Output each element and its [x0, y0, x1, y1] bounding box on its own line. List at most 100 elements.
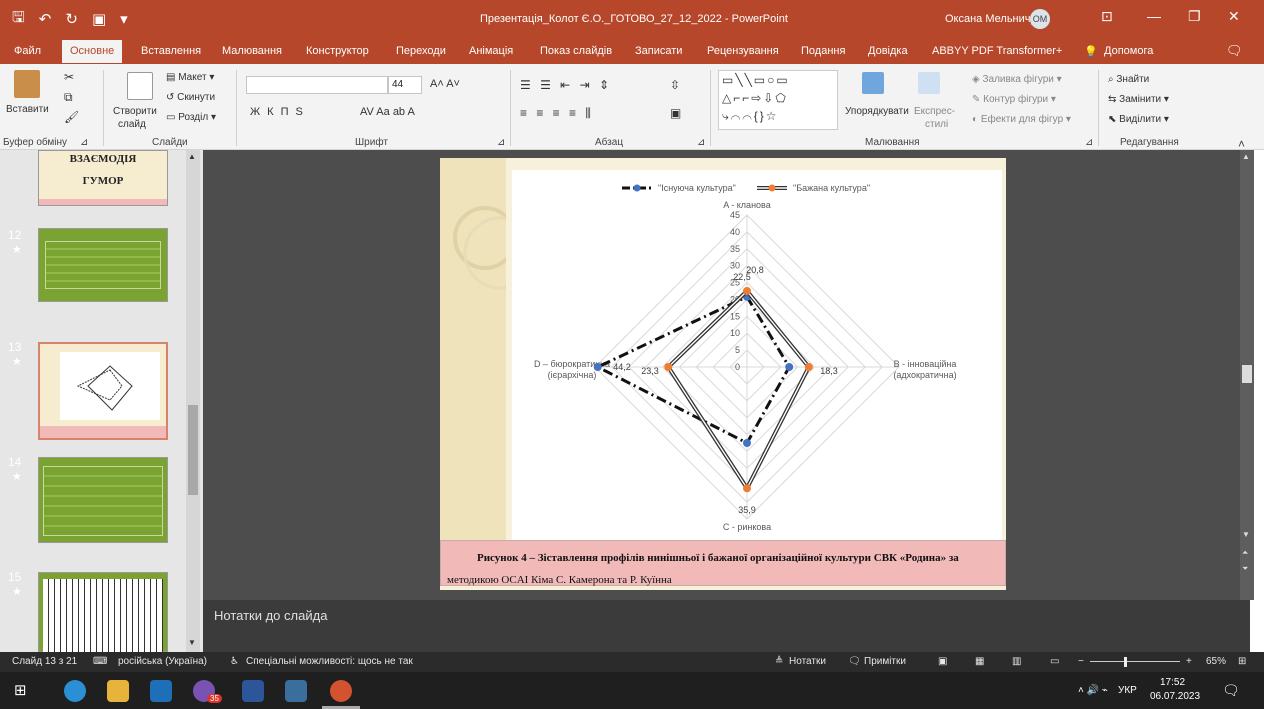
- quick-styles-button-line2[interactable]: стилі: [925, 119, 948, 130]
- font-name-input[interactable]: [246, 76, 388, 94]
- slide-thumbnail-11[interactable]: ВЗАЄМОДІЯ ГУМОР: [38, 150, 168, 206]
- minimize-icon[interactable]: —: [1147, 8, 1161, 24]
- tab-insert[interactable]: Вставлення: [141, 45, 201, 57]
- section-button[interactable]: ▭ Розділ ▾: [166, 112, 216, 123]
- slide-scrollbar[interactable]: ▲ ▼ ⏶ ⏷: [1240, 150, 1254, 600]
- redo-icon[interactable]: ↻: [65, 10, 78, 28]
- zoom-out-icon[interactable]: −: [1078, 656, 1084, 667]
- replace-button[interactable]: ⇆ Замінити ▾: [1108, 94, 1169, 105]
- format-painter-icon[interactable]: 🖌: [64, 110, 79, 124]
- radar-chart[interactable]: 0 5 10 15 20 25 30 35 40 45 A - кланова B - інновац…: [512, 170, 1002, 540]
- tab-draw[interactable]: Малювання: [222, 45, 282, 57]
- find-button[interactable]: ⌕ Знайти: [1108, 74, 1149, 85]
- char-spacing-icon[interactable]: AV Aa ab A: [360, 106, 415, 118]
- zoom-slider[interactable]: [1090, 661, 1180, 662]
- avatar[interactable]: ОМ: [1030, 9, 1050, 29]
- language-indicator[interactable]: російська (Україна): [118, 656, 207, 667]
- paste-icon[interactable]: [14, 70, 40, 98]
- text-direction-icon[interactable]: ⇳: [670, 78, 680, 92]
- tab-transitions[interactable]: Переходи: [396, 45, 446, 57]
- thumbnail-scrollbar[interactable]: ▲ ▼: [186, 150, 200, 652]
- font-launcher-icon[interactable]: ⊿: [497, 137, 505, 148]
- notes-toggle-button[interactable]: Нотатки: [789, 656, 826, 667]
- mail-icon[interactable]: [150, 680, 172, 702]
- shape-outline-button[interactable]: ✎ Контур фігури ▾: [972, 94, 1056, 105]
- align-icons[interactable]: ≡ ≡ ≡ ≡ ⫼: [520, 106, 594, 121]
- font-size-input[interactable]: 44: [388, 76, 422, 94]
- tab-view[interactable]: Подання: [801, 45, 845, 57]
- notes-pane[interactable]: Нотатки до слайда: [203, 600, 1250, 652]
- tab-file[interactable]: Файл: [14, 45, 41, 57]
- tab-tell-me[interactable]: Допомога: [1104, 45, 1153, 57]
- previous-slide-icon[interactable]: ⏶: [1242, 548, 1248, 558]
- reset-button[interactable]: ↺ Скинути: [166, 92, 215, 103]
- scroll-down-icon[interactable]: ▼: [188, 638, 196, 647]
- clock-time[interactable]: 17:52: [1160, 677, 1185, 688]
- accessibility-status[interactable]: Спеціальні можливості: щось не так: [246, 656, 413, 667]
- align-text-icon[interactable]: ▣: [670, 106, 681, 120]
- slide-thumbnail-12[interactable]: [38, 228, 168, 302]
- tab-animations[interactable]: Анімація: [469, 45, 513, 57]
- user-name[interactable]: Оксана Мельничук: [945, 13, 1041, 25]
- paragraph-launcher-icon[interactable]: ⊿: [697, 137, 705, 148]
- input-language[interactable]: УКР: [1118, 685, 1137, 696]
- font-format-icons[interactable]: ЖКПS: [250, 106, 310, 118]
- next-slide-icon[interactable]: ⏷: [1242, 564, 1248, 574]
- scroll-up-icon[interactable]: ▲: [1242, 152, 1250, 161]
- select-button[interactable]: ⬉ Виділити ▾: [1108, 114, 1169, 125]
- ribbon-display-icon[interactable]: ⊡: [1101, 8, 1113, 25]
- new-slide-icon[interactable]: [127, 72, 153, 100]
- quick-styles-icon[interactable]: [918, 72, 940, 94]
- comments-toggle-button[interactable]: Примітки: [864, 656, 906, 667]
- notification-center-icon[interactable]: 🗨: [1222, 682, 1240, 699]
- slide-thumbnail-15[interactable]: [38, 572, 168, 653]
- zoom-in-icon[interactable]: +: [1186, 656, 1192, 667]
- spellcheck-icon[interactable]: ⌨: [93, 656, 107, 667]
- shape-fill-button[interactable]: ◈ Заливка фігури ▾: [972, 74, 1062, 85]
- close-icon[interactable]: ✕: [1228, 8, 1240, 25]
- arrange-icon[interactable]: [862, 72, 884, 94]
- arrange-button[interactable]: Упорядкувати: [845, 106, 909, 117]
- scrollbar-thumb[interactable]: [188, 405, 198, 495]
- slide-sorter-icon[interactable]: ▦: [975, 656, 984, 667]
- quick-styles-button[interactable]: Експрес-: [914, 106, 955, 117]
- maximize-icon[interactable]: ❐: [1188, 8, 1201, 25]
- paste-button[interactable]: Вставити: [6, 104, 49, 115]
- file-explorer-icon[interactable]: [107, 680, 129, 702]
- slide-thumbnail-13-selected[interactable]: [38, 342, 168, 440]
- fit-to-window-icon[interactable]: ⊞: [1238, 656, 1246, 667]
- clipboard-launcher-icon[interactable]: ⊿: [80, 137, 88, 148]
- tab-abbyy[interactable]: ABBYY PDF Transformer+: [932, 45, 1062, 57]
- drawing-launcher-icon[interactable]: ⊿: [1085, 137, 1093, 148]
- scroll-down-icon[interactable]: ▼: [1242, 530, 1250, 539]
- tab-design[interactable]: Конструктор: [306, 45, 369, 57]
- start-from-beginning-icon[interactable]: ▣: [92, 10, 106, 28]
- powerpoint-icon[interactable]: [330, 680, 352, 702]
- shapes-gallery[interactable]: ▭╲╲▭○▭ △⌐⌐⇨⇩⬠ ⤷⌒⌒{}☆: [718, 70, 838, 130]
- tab-record[interactable]: Записати: [635, 45, 682, 57]
- slide-thumbnail-14[interactable]: [38, 457, 168, 543]
- slide-canvas[interactable]: 0 5 10 15 20 25 30 35 40 45 A - кланова B - інновац…: [440, 158, 1006, 590]
- calculator-icon[interactable]: [285, 680, 307, 702]
- zoom-level[interactable]: 65%: [1206, 656, 1226, 667]
- windows-start-icon[interactable]: ⊞: [14, 681, 36, 703]
- customize-qat-icon[interactable]: ▾: [120, 10, 128, 28]
- grow-font-icon[interactable]: A˄ A˅: [430, 78, 460, 90]
- collapse-ribbon-icon[interactable]: ˄: [1238, 137, 1245, 151]
- layout-button[interactable]: ▤ Макет ▾: [166, 72, 214, 83]
- normal-view-icon[interactable]: ▣: [938, 656, 947, 667]
- tab-home[interactable]: Основне: [62, 40, 123, 63]
- figure-caption[interactable]: Рисунок 4 – Зіставлення профілів нинішнь…: [440, 540, 1006, 586]
- edge-browser-icon[interactable]: [64, 680, 86, 702]
- comments-icon[interactable]: 🗨: [1226, 43, 1243, 59]
- reading-view-icon[interactable]: ▥: [1012, 656, 1021, 667]
- zoom-slider-thumb[interactable]: [1124, 657, 1127, 667]
- tab-slideshow[interactable]: Показ слайдів: [540, 45, 612, 57]
- clock-date[interactable]: 06.07.2023: [1150, 691, 1200, 702]
- cut-icon[interactable]: ✂: [64, 70, 74, 84]
- undo-icon[interactable]: ↶: [39, 10, 52, 28]
- tab-help[interactable]: Довідка: [868, 45, 908, 57]
- new-slide-button[interactable]: Створити: [113, 106, 157, 117]
- shape-effects-button[interactable]: ◐ Ефекти для фігур ▾: [972, 114, 1071, 125]
- save-icon[interactable]: 🖫: [12, 7, 25, 32]
